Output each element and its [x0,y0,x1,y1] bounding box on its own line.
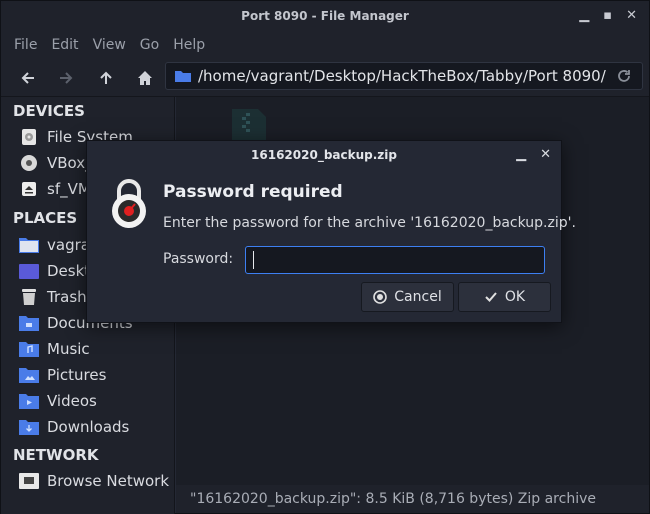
status-bar: "16162020_backup.zip": 8.5 KiB (8,716 by… [176,485,649,513]
status-text: "16162020_backup.zip": 8.5 KiB (8,716 by… [190,491,596,507]
sidebar-item-label: sf_VM [47,180,91,198]
home-icon [138,71,152,85]
menu-go[interactable]: Go [133,37,166,53]
dialog-controls: ▁ ✕ [516,147,551,162]
menu-file[interactable]: File [7,37,44,53]
sidebar-item-label: Trash [47,288,87,306]
up-button[interactable] [95,67,117,89]
sidebar-item-downloads[interactable]: Downloads [19,415,169,439]
network-section-title: NETWORK [13,446,99,464]
ok-button[interactable]: OK [458,282,551,312]
sidebar-item-label: Music [47,340,90,358]
devices-section-title: DEVICES [13,102,85,120]
menu-bar: File Edit View Go Help [1,31,649,59]
sidebar-item-music[interactable]: Music [19,337,169,361]
check-icon [485,292,497,302]
arrow-right-icon [60,72,73,84]
minimize-icon[interactable]: ▁ [516,147,526,162]
documents-folder-icon [19,313,39,333]
sidebar-item-label: Videos [47,392,97,410]
dialog-message: Enter the password for the archive '1616… [163,215,576,231]
arrow-up-icon [100,71,112,84]
sidebar-item-label: Deskt [47,262,91,280]
pictures-folder-icon [19,365,39,385]
menu-help[interactable]: Help [166,37,212,53]
arrow-left-icon [21,72,34,84]
folder-icon [175,71,191,82]
window-title: Port 8090 - File Manager [241,9,409,23]
drive-icon [19,127,39,147]
eject-drive-icon [19,179,39,199]
forward-button[interactable] [55,67,77,89]
password-label: Password: [163,251,234,267]
cancel-button-label: Cancel [394,289,442,305]
sidebar-item-videos[interactable]: Videos [19,389,169,413]
places-section-title: PLACES [13,209,78,227]
desktop-folder-icon [19,261,39,281]
downloads-folder-icon [19,417,39,437]
close-icon[interactable]: ✕ [540,147,551,162]
window-controls: ▁ ▪ ✕ [579,8,637,23]
trash-icon [19,287,39,307]
sidebar-item-pictures[interactable]: Pictures [19,363,169,387]
dialog-titlebar[interactable]: 16162020_backup.zip [87,141,561,169]
music-folder-icon [19,339,39,359]
cancel-icon [373,290,388,304]
text-cursor [253,251,254,269]
location-path: /home/vagrant/Desktop/HackTheBox/Tabby/P… [198,67,606,85]
close-icon[interactable]: ✕ [626,8,637,23]
sidebar-item-label: Downloads [47,418,130,436]
back-button[interactable] [17,67,39,89]
dialog-title: 16162020_backup.zip [251,148,397,162]
password-input[interactable] [245,246,545,274]
reload-icon[interactable] [616,68,632,84]
lock-icon [112,179,146,228]
menu-view[interactable]: View [86,37,133,53]
home-button[interactable] [134,67,156,89]
cancel-button[interactable]: Cancel [361,282,454,312]
location-bar[interactable]: /home/vagrant/Desktop/HackTheBox/Tabby/P… [165,62,643,90]
network-icon [19,471,39,491]
ok-button-label: OK [504,289,526,305]
dialog-heading: Password required [163,182,343,202]
videos-folder-icon [19,391,39,411]
maximize-icon[interactable]: ▪ [603,8,612,23]
sidebar-item-label: Pictures [47,366,107,384]
home-folder-icon [19,235,39,255]
sidebar-item-label: vagra [47,236,90,254]
sidebar-item-browse-network[interactable]: Browse Network [19,469,169,493]
optical-disc-icon [19,153,39,173]
minimize-icon[interactable]: ▁ [579,8,589,23]
sidebar-item-label: Browse Network [47,472,170,490]
menu-edit[interactable]: Edit [44,37,85,53]
password-dialog: 16162020_backup.zip ▁ ✕ Password require… [86,140,576,323]
window-titlebar[interactable]: Port 8090 - File Manager ▁ ▪ ✕ [1,1,649,31]
